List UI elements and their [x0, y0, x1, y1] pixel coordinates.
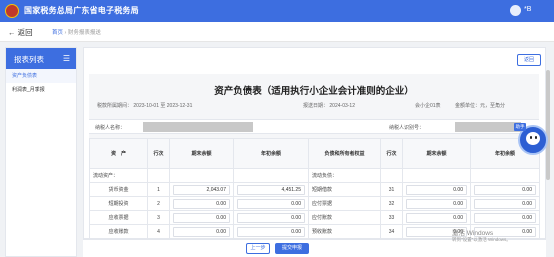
breadcrumb: 首页 › 财务报表报送 [52, 28, 101, 36]
section-row: 流动资产： 流动负债： [89, 168, 540, 183]
sidebar-header: 报表列表 ☰ [6, 48, 76, 69]
sidebar-title: 报表列表 [14, 55, 44, 64]
amount-input[interactable]: 2,043.07 [173, 184, 230, 195]
fill-date-label: 报送日期： [303, 103, 329, 109]
tax-period-label: 税款所属期间： [97, 103, 133, 109]
table-row: 应收票据 3 0.00 0.00 应付账款 33 0.00 0.00 [89, 210, 540, 225]
amount-input[interactable]: 0.00 [173, 226, 230, 237]
tax-emblem-icon [5, 4, 19, 18]
col-row-no: 行次 [147, 138, 170, 169]
assistant-tag: 助手 [514, 123, 526, 131]
report-list-sidebar: 报表列表 ☰ 资产负债表 利润表_月季报 [5, 47, 77, 257]
amount-input[interactable]: 0.00 [406, 198, 467, 209]
row-label: 短期借款 [308, 182, 381, 197]
submit-declaration-button[interactable]: 提交申报 [275, 243, 309, 254]
amount-input[interactable]: 0.00 [474, 212, 536, 223]
taxpayer-id-value [455, 122, 521, 132]
row-number: 3 [147, 210, 170, 225]
return-button[interactable]: 返回 [517, 54, 541, 66]
row-number: 4 [147, 224, 170, 238]
amount-input[interactable]: 0.00 [406, 184, 467, 195]
tax-period-to: 至 [160, 103, 166, 109]
sidebar-item-income-statement[interactable]: 利润表_月季报 [6, 83, 76, 97]
taxpayer-name-value [143, 122, 253, 132]
tax-period: 税款所属期间： 2023-10-01 至 2023-12-31 [97, 102, 192, 109]
section-current-assets: 流动资产： [89, 168, 148, 183]
row-label: 预收账款 [308, 224, 381, 238]
site-title: 国家税务总局广东省电子税务局 [24, 6, 139, 15]
back-label: 返回 [17, 28, 33, 37]
row-label: 短期投资 [89, 196, 148, 211]
table-header-row: 资 产 行次 期末余额 年初余额 负债和所有者权益 行次 期末余额 年初余额 [89, 138, 540, 169]
row-number: 32 [380, 196, 403, 211]
sidebar-item-balance-sheet[interactable]: 资产负债表 [6, 69, 76, 83]
top-header: 国家税务总局广东省电子税务局 *B [0, 0, 554, 22]
row-number: 34 [380, 224, 403, 238]
breadcrumb-current: 财务报表报送 [67, 30, 101, 36]
amount-unit: 金额单位：元，至角分 [455, 103, 506, 109]
fill-date-value: 2024-03-12 [329, 103, 355, 109]
amount-input[interactable]: 4,451.25 [237, 184, 305, 195]
assistant-float-button[interactable]: 助手 [514, 121, 550, 157]
form-title: 资产负债表（适用执行小企业会计准则的企业） [214, 86, 414, 97]
amount-input[interactable]: 0.00 [406, 212, 467, 223]
robot-eye-icon [530, 136, 532, 139]
table-row: 货币资金 1 2,043.07 4,451.25 短期借款 31 0.00 0.… [89, 182, 540, 197]
row-label: 应付票据 [308, 196, 381, 211]
breadcrumb-bar: ← 返回 首页 › 财务报表报送 [0, 22, 554, 42]
col-begin-balance: 年初余额 [233, 138, 309, 169]
col-asset: 资 产 [89, 138, 148, 169]
col-liability: 负债和所有者权益 [308, 138, 381, 169]
row-label: 应收账款 [89, 224, 148, 238]
windows-activation-hint: 转到"设置"以激活 Windows。 [452, 237, 511, 242]
row-label: 货币资金 [89, 182, 148, 197]
row-number: 31 [380, 182, 403, 197]
amount-input[interactable]: 0.00 [474, 198, 536, 209]
row-label: 应付账款 [308, 210, 381, 225]
amount-input[interactable]: 0.00 [173, 198, 230, 209]
row-number: 1 [147, 182, 170, 197]
back-link[interactable]: ← 返回 [8, 27, 33, 38]
fill-date: 报送日期： 2024-03-12 [303, 102, 355, 109]
balance-sheet-form: 资产负债表（适用执行小企业会计准则的企业） 税款所属期间： 2023-10-01… [89, 74, 540, 238]
row-number: 33 [380, 210, 403, 225]
prev-step-button[interactable]: 上一步 [246, 243, 270, 254]
col-end-balance: 期末余额 [169, 138, 234, 169]
col-row-no-2: 行次 [380, 138, 403, 169]
balance-sheet-table: 资 产 行次 期末余额 年初余额 负债和所有者权益 行次 期末余额 年初余额 流… [89, 138, 540, 238]
user-avatar-icon[interactable] [510, 5, 521, 16]
amount-input[interactable]: 0.00 [237, 226, 305, 237]
user-menu[interactable]: *B [524, 6, 531, 13]
row-number: 2 [147, 196, 170, 211]
row-label: 应收票据 [89, 210, 148, 225]
amount-input[interactable]: 0.00 [173, 212, 230, 223]
tax-period-end: 2023-12-31 [166, 103, 193, 109]
robot-eye-icon [535, 136, 537, 139]
windows-activation-watermark: 激活 Windows [452, 230, 494, 237]
amount-input[interactable]: 0.00 [474, 184, 536, 195]
breadcrumb-home-link[interactable]: 首页 [52, 30, 63, 36]
amount-input[interactable]: 0.00 [237, 198, 305, 209]
table-row: 短期投资 2 0.00 0.00 应付票据 32 0.00 0.00 [89, 196, 540, 211]
form-code: 会小企01表 [415, 103, 441, 109]
amount-input[interactable]: 0.00 [237, 212, 305, 223]
main-panel: 返回 资产负债表（适用执行小企业会计准则的企业） 税款所属期间： 2023-10… [83, 47, 546, 239]
taxpayer-name-label: 纳税人名称： [95, 125, 126, 131]
col-end-balance-2: 期末余额 [402, 138, 471, 169]
tax-period-start: 2023-10-01 [133, 103, 159, 109]
robot-face-icon [526, 132, 540, 145]
taxpayer-id-label: 纳税人识别号： [389, 125, 425, 131]
taxpayer-info-row: 纳税人名称： 纳税人识别号： [89, 119, 539, 134]
menu-toggle-icon[interactable]: ☰ [63, 54, 70, 63]
section-current-liabilities: 流动负债： [308, 168, 381, 183]
